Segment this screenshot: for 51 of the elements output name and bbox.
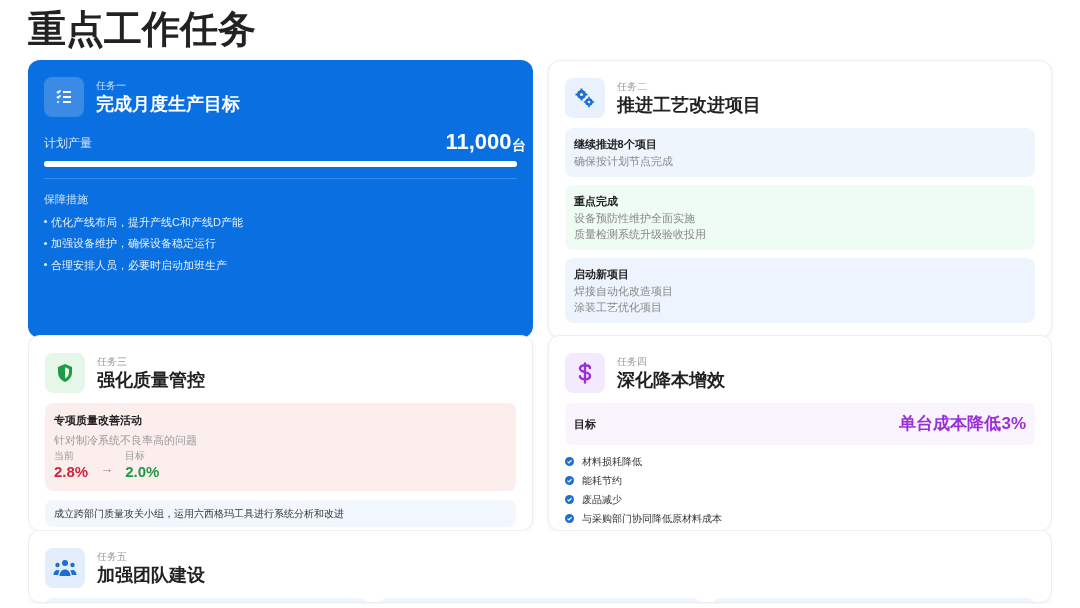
check-icon — [564, 494, 574, 504]
panel-heading: 启动新项目 — [573, 267, 630, 282]
panel-heading: 专项质量改善活动 — [54, 413, 143, 428]
checklist-text: 废品减少 — [581, 492, 622, 507]
bullet-text: 加强设备维护，确保设备稳定运行 — [51, 236, 216, 251]
panel-heading: 继续推进8个项目 — [573, 137, 658, 152]
bullet-icon — [44, 263, 47, 267]
people-icon — [53, 559, 77, 577]
shield-icon — [56, 363, 74, 383]
task-label: 任务一 — [96, 78, 127, 92]
check-icon — [564, 513, 574, 523]
task-title: 完成月度生产目标 — [96, 92, 240, 116]
panel-text: 针对制冷系统不良率高的问题 — [54, 433, 198, 448]
panel-text: 设备预防性维护全面实施 — [573, 211, 696, 226]
section-label: 保障措施 — [44, 192, 89, 207]
panel-text: 质量检测系统升级验收投用 — [573, 227, 707, 242]
bullet-text: 合理安排人员，必要时启动加班生产 — [51, 257, 227, 273]
task-title: 强化质量管控 — [97, 368, 205, 392]
checklist-text: 与采购部门协同降低原材料成本 — [581, 511, 722, 526]
task-title: 推进工艺改进项目 — [616, 93, 761, 117]
check-icon — [564, 456, 574, 466]
arrow-icon: → — [100, 458, 114, 478]
panel-text: 焊接自动化改造项目 — [573, 284, 674, 299]
metric-label: 计划产量 — [44, 135, 92, 152]
panel-text: 涂装工艺优化项目 — [573, 300, 663, 315]
bullet-text: 优化产线布局，提升产线C和产线D产能 — [51, 214, 243, 230]
dollar-icon — [577, 362, 592, 384]
check-icon — [564, 475, 574, 485]
panel-heading: 重点完成 — [573, 194, 619, 209]
task-title: 加强团队建设 — [97, 563, 205, 587]
bullet-icon — [44, 241, 47, 245]
goal-value: 单台成本降低3% — [899, 413, 1026, 435]
note-text: 成立跨部门质量攻关小组，运用六西格玛工具进行系统分析和改进 — [54, 507, 345, 521]
metric-value: 11,000 — [445, 129, 512, 155]
stat-label: 目标 — [125, 450, 147, 462]
task-label: 任务四 — [616, 354, 648, 368]
metric-unit: 台 — [511, 136, 526, 155]
stat-value: 2.8% — [54, 462, 89, 482]
checklist-text: 能耗节约 — [581, 473, 622, 488]
task-title: 深化降本增效 — [616, 368, 725, 392]
task-label: 任务五 — [97, 549, 128, 563]
task-label: 任务三 — [97, 354, 128, 368]
gears-icon — [573, 87, 596, 109]
page-title: 重点工作任务 — [28, 7, 257, 52]
stat-label: 当前 — [54, 450, 75, 462]
checklist-text: 材料损耗降低 — [581, 454, 642, 469]
checklist-icon — [55, 88, 73, 106]
stat-value: 2.0% — [125, 462, 160, 482]
goal-label: 目标 — [573, 416, 596, 432]
bullet-icon — [44, 220, 47, 224]
panel-text: 确保按计划节点完成 — [573, 154, 674, 169]
